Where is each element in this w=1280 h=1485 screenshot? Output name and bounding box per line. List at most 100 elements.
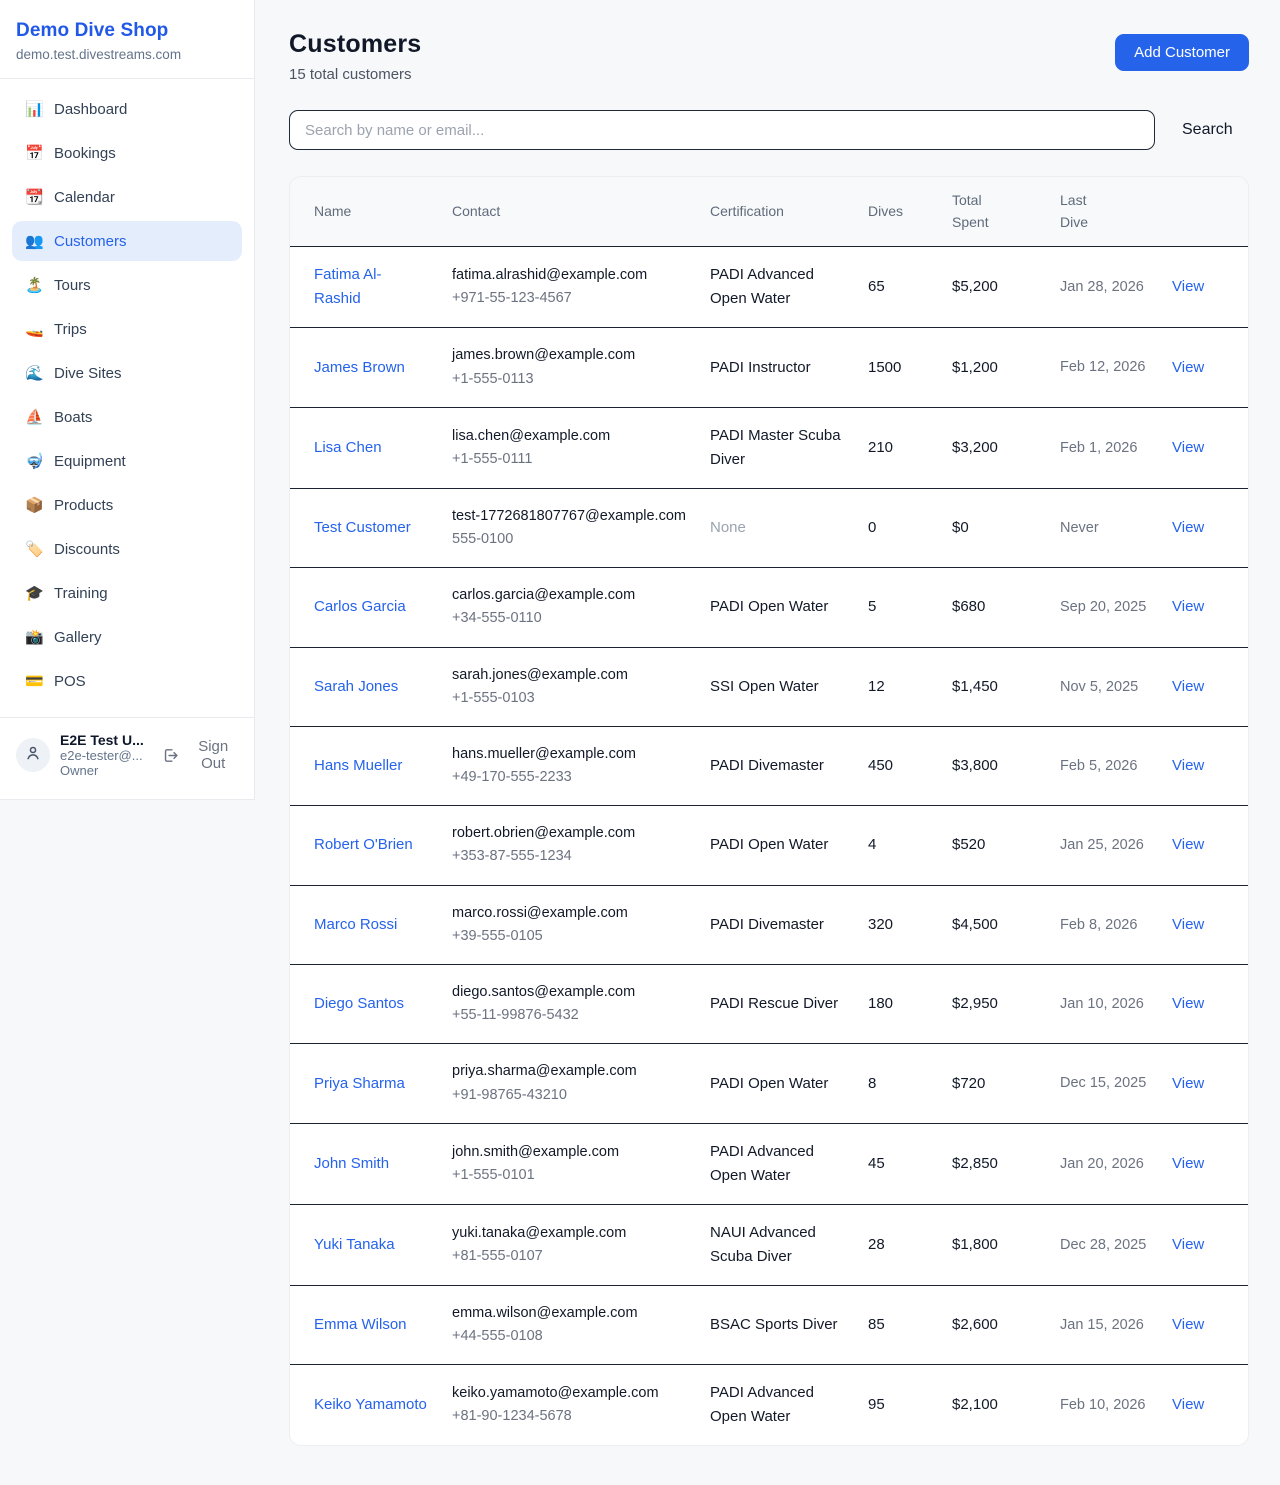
- customer-dives: 45: [856, 1123, 940, 1204]
- customer-certification: PADI Open Water: [710, 598, 828, 615]
- table-row: Lisa Chenlisa.chen@example.com+1-555-011…: [290, 407, 1249, 488]
- view-link[interactable]: View: [1172, 836, 1204, 853]
- column-header-total-spent: Total Spent: [940, 177, 1048, 247]
- search-button[interactable]: Search: [1182, 121, 1233, 139]
- sidebar-item-dive-sites[interactable]: 🌊Dive Sites: [12, 353, 242, 393]
- customer-total-spent: $2,950: [940, 965, 1048, 1044]
- customer-total-spent: $2,100: [940, 1365, 1048, 1446]
- customer-certification: PADI Instructor: [710, 359, 811, 376]
- customer-name-link[interactable]: Fatima Al-Rashid: [314, 266, 382, 307]
- view-link[interactable]: View: [1172, 678, 1204, 695]
- sidebar-item-boats[interactable]: ⛵Boats: [12, 397, 242, 437]
- customer-name-link[interactable]: John Smith: [314, 1155, 389, 1172]
- customer-dives: 0: [856, 488, 940, 567]
- customer-total-spent: $1,200: [940, 328, 1048, 407]
- view-link[interactable]: View: [1172, 1155, 1204, 1172]
- sidebar-item-discounts[interactable]: 🏷️Discounts: [12, 529, 242, 569]
- package-icon: 📦: [25, 496, 43, 514]
- customer-name-link[interactable]: Yuki Tanaka: [314, 1236, 395, 1253]
- customer-name-link[interactable]: Carlos Garcia: [314, 598, 406, 615]
- sidebar-item-label: Training: [54, 585, 108, 602]
- view-link[interactable]: View: [1172, 1316, 1204, 1333]
- column-header-name: Name: [290, 177, 440, 247]
- view-link[interactable]: View: [1172, 359, 1204, 376]
- customer-name-link[interactable]: Emma Wilson: [314, 1316, 407, 1333]
- customer-certification: None: [710, 519, 746, 536]
- customer-email: yuki.tanaka@example.com: [452, 1222, 686, 1245]
- customer-certification: PADI Master Scuba Diver: [710, 427, 841, 468]
- sidebar-item-customers[interactable]: 👥Customers: [12, 221, 242, 261]
- bar-chart-icon: 📊: [25, 100, 43, 118]
- sidebar-item-gallery[interactable]: 📸Gallery: [12, 617, 242, 657]
- sidebar-item-label: Dashboard: [54, 101, 127, 118]
- customer-email: hans.mueller@example.com: [452, 743, 686, 766]
- user-name: E2E Test U...: [60, 732, 150, 748]
- customer-name-link[interactable]: Hans Mueller: [314, 757, 402, 774]
- customer-last-dive: Feb 5, 2026: [1060, 758, 1137, 774]
- customer-phone: +49-170-555-2233: [452, 766, 686, 789]
- customer-name-link[interactable]: James Brown: [314, 359, 405, 376]
- sidebar-item-training[interactable]: 🎓Training: [12, 573, 242, 613]
- table-row: John Smithjohn.smith@example.com+1-555-0…: [290, 1123, 1249, 1204]
- customer-total-spent: $520: [940, 806, 1048, 885]
- customer-email: diego.santos@example.com: [452, 981, 686, 1004]
- customer-name-link[interactable]: Robert O'Brien: [314, 836, 413, 853]
- sidebar-item-equipment[interactable]: 🤿Equipment: [12, 441, 242, 481]
- customer-last-dive: Jan 10, 2026: [1060, 996, 1144, 1012]
- column-header-last-dive: Last Dive: [1048, 177, 1160, 247]
- customer-name-link[interactable]: Keiko Yamamoto: [314, 1396, 427, 1413]
- customer-total-spent: $2,850: [940, 1123, 1048, 1204]
- customer-phone: +1-555-0111: [452, 448, 686, 471]
- sidebar-item-label: Calendar: [54, 189, 115, 206]
- sidebar-item-bookings[interactable]: 📅Bookings: [12, 133, 242, 173]
- view-link[interactable]: View: [1172, 1236, 1204, 1253]
- sidebar-item-pos[interactable]: 💳POS: [12, 661, 242, 701]
- customer-name-link[interactable]: Marco Rossi: [314, 916, 397, 933]
- sidebar-header: Demo Dive Shop demo.test.divestreams.com: [0, 0, 254, 79]
- view-link[interactable]: View: [1172, 519, 1204, 536]
- table-row: Test Customertest-1772681807767@example.…: [290, 488, 1249, 567]
- customer-dives: 8: [856, 1044, 940, 1123]
- view-link[interactable]: View: [1172, 757, 1204, 774]
- view-link[interactable]: View: [1172, 1396, 1204, 1413]
- view-link[interactable]: View: [1172, 278, 1204, 295]
- view-link[interactable]: View: [1172, 1075, 1204, 1092]
- customer-dives: 65: [856, 247, 940, 328]
- sidebar-item-tours[interactable]: 🏝️Tours: [12, 265, 242, 305]
- sidebar-item-trips[interactable]: 🚤Trips: [12, 309, 242, 349]
- island-icon: 🏝️: [25, 276, 43, 294]
- search-input[interactable]: [289, 110, 1155, 150]
- sidebar-item-calendar[interactable]: 📆Calendar: [12, 177, 242, 217]
- person-icon: [24, 744, 42, 767]
- customer-name-link[interactable]: Priya Sharma: [314, 1075, 405, 1092]
- avatar: [16, 738, 50, 772]
- customer-email: priya.sharma@example.com: [452, 1060, 686, 1083]
- sidebar-item-label: Gallery: [54, 629, 102, 646]
- customer-dives: 5: [856, 568, 940, 647]
- view-link[interactable]: View: [1172, 598, 1204, 615]
- view-link[interactable]: View: [1172, 995, 1204, 1012]
- sidebar-item-dashboard[interactable]: 📊 Dashboard: [12, 89, 242, 129]
- page-title: Customers: [289, 30, 421, 59]
- user-email: e2e-tester@...: [60, 748, 150, 763]
- customer-name-link[interactable]: Test Customer: [314, 519, 411, 536]
- customer-dives: 180: [856, 965, 940, 1044]
- table-row: Marco Rossimarco.rossi@example.com+39-55…: [290, 885, 1249, 964]
- sailboat-icon: ⛵: [25, 408, 43, 426]
- customer-last-dive: Jan 28, 2026: [1060, 279, 1144, 295]
- add-customer-button[interactable]: Add Customer: [1115, 34, 1249, 71]
- view-link[interactable]: View: [1172, 439, 1204, 456]
- customer-phone: +1-555-0103: [452, 687, 686, 710]
- sign-out-button[interactable]: Sign Out: [162, 738, 240, 772]
- table-row: Emma Wilsonemma.wilson@example.com+44-55…: [290, 1285, 1249, 1364]
- table-row: Sarah Jonessarah.jones@example.com+1-555…: [290, 647, 1249, 726]
- customer-name-link[interactable]: Lisa Chen: [314, 439, 382, 456]
- label-tag-icon: 🏷️: [25, 540, 43, 558]
- customer-last-dive: Dec 15, 2025: [1060, 1075, 1146, 1091]
- customer-phone: +34-555-0110: [452, 607, 686, 630]
- customer-phone: +971-55-123-4567: [452, 287, 686, 310]
- view-link[interactable]: View: [1172, 916, 1204, 933]
- sidebar-item-products[interactable]: 📦Products: [12, 485, 242, 525]
- customer-name-link[interactable]: Diego Santos: [314, 995, 404, 1012]
- customer-name-link[interactable]: Sarah Jones: [314, 678, 398, 695]
